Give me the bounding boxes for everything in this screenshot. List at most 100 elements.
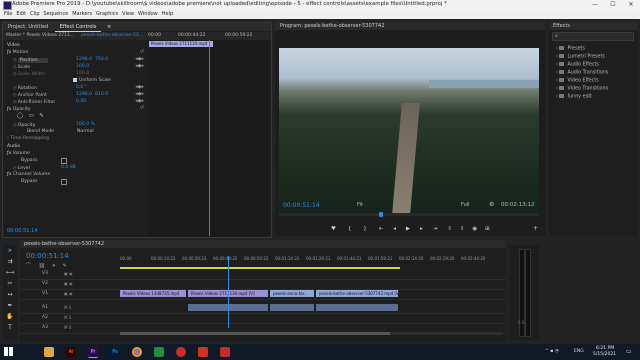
tab-effect-controls[interactable]: Effect Controls [54,23,102,32]
timeline-ruler[interactable]: 00:00 00:00:14:23 00:00:29:23 00:00:44:22 00… [120,256,502,266]
pen-mask-icon[interactable]: ✎ [39,113,44,120]
anchor-x[interactable]: 1296.0 [76,91,92,98]
motion-header[interactable]: ƒx Motion [7,49,28,56]
track-toggle-icons[interactable]: ▣ ◉ [64,281,73,286]
keyframe-nav-icon[interactable]: ◂◆▸ [128,63,144,70]
linked-icon[interactable]: ⛓ [39,263,45,269]
extract-icon[interactable]: ⇩ [460,226,465,232]
reset-icon[interactable]: ↺ [128,105,144,112]
chrome-icon[interactable] [132,347,142,357]
menu-help[interactable]: Help [162,10,173,19]
menu-sequence[interactable]: Sequence [44,10,69,19]
ripple-edit-icon[interactable]: ⟷ [3,267,17,278]
timeline-playhead[interactable] [228,256,229,328]
program-playhead[interactable] [379,212,383,217]
go-to-out-icon[interactable]: ⇥ [433,226,438,232]
photoshop-icon[interactable]: Ps [110,347,120,357]
keyframe-nav-icon[interactable]: ◂◆▸ [128,98,144,105]
effects-search-input[interactable]: ⌕ [552,32,634,41]
level-value[interactable]: 0.0 dB [61,164,76,171]
illustrator-icon[interactable]: Ai [66,347,76,357]
track-label[interactable]: A1 [42,305,48,310]
menu-markers[interactable]: Markers [72,10,92,19]
clock-time[interactable]: 6:21 PM [596,346,614,351]
camera-icon[interactable]: ◉ [472,226,477,232]
minimize-button[interactable]: — [586,0,604,10]
step-forward-icon[interactable]: ▸ [420,226,423,232]
keyframe-nav-icon[interactable]: ◂◆▸ [128,91,144,98]
program-timecode[interactable]: 00:00:51:14 [283,202,320,209]
quality-select[interactable]: Full [461,202,470,208]
meter-solo-buttons[interactable]: S S [518,320,532,325]
snap-icon[interactable]: ⌒ [26,263,31,269]
tab-project[interactable]: Project: Untitled [3,23,53,31]
track-label[interactable]: A2 [42,315,48,320]
file-explorer-icon[interactable] [44,347,54,357]
master-clip-selector[interactable]: Master * Pexels Videos 2711... [6,33,74,38]
menu-clip[interactable]: Clip [30,10,39,19]
mini-timeline[interactable]: Pexels Videos 2711134.mp4 [148,40,269,236]
go-to-in-icon[interactable]: ⇤ [379,226,384,232]
program-video[interactable] [279,48,539,214]
position-x[interactable]: 1296.0 [76,56,92,63]
effects-folder-presets[interactable]: › Presets [556,46,585,52]
track-select-icon[interactable]: ⇉ [3,256,17,267]
time-remapping-row[interactable]: › Time Remapping [7,135,49,142]
timeline-tab[interactable]: pexels-bethe-observer-5307742 [20,240,506,248]
track-label[interactable]: V3 [42,271,48,276]
effects-folder-audio-transitions[interactable]: › Audio Transitions [556,70,608,76]
channel-volume-header[interactable]: ƒx Channel Volume [7,171,50,178]
effects-folder-lumetri-presets[interactable]: › Lumetri Presets [556,54,605,60]
keyframe-nav-icon[interactable]: ◂◆▸ [128,84,144,91]
app-icon-7[interactable] [176,347,186,357]
track-label[interactable]: V1 [42,291,48,296]
app-icon-9[interactable] [220,347,230,357]
fit-select[interactable]: Fit [357,202,363,208]
menu-edit[interactable]: Edit [16,10,26,19]
mini-timeline-clip[interactable]: Pexels Videos 2711134.mp4 [149,41,213,47]
effects-folder-video-transitions[interactable]: › Video Transitions [556,86,608,92]
marker-add-icon[interactable]: ▾ [53,263,56,269]
scale-value[interactable]: 100.0 [76,63,89,70]
app-icon-6[interactable] [154,347,164,357]
close-button[interactable]: ✕ [622,0,640,10]
wrench-icon[interactable]: ⚙ [489,201,494,208]
app-icon-8[interactable] [198,347,208,357]
selection-tool-icon[interactable]: ➤ [3,245,17,256]
settings-icon[interactable]: ⊞ [485,226,490,232]
track-toggle-icons[interactable]: M S [64,315,71,320]
uniform-scale-checkbox[interactable] [73,77,77,82]
menu-file[interactable]: File [4,10,12,19]
slip-tool-icon[interactable]: ↔ [3,289,17,300]
anchor-y[interactable]: 810.0 [95,91,108,98]
rectangle-mask-icon[interactable]: ▭ [29,113,34,120]
maximize-button[interactable]: ☐ [604,0,622,10]
sequence-clip-selector[interactable]: pexels-bethe-observer-53... [81,33,143,38]
clock-date[interactable]: 5/15/2021 [593,352,616,357]
timeline-settings-icon[interactable]: ✎ [63,263,67,269]
anti-flicker-value[interactable]: 0.00 [76,98,86,105]
pen-tool-icon[interactable]: ✒ [3,300,17,311]
video-clip[interactable]: Pexels Videos 1448735.mp4 [120,290,186,297]
timeline-timecode[interactable]: 00:00:51:14 [26,252,69,260]
windows-start-icon[interactable] [4,347,13,356]
opacity-header[interactable]: ƒx Opacity [7,106,30,113]
menu-view[interactable]: View [122,10,134,19]
program-scrubber[interactable] [279,212,539,217]
timeline-h-scroll[interactable] [120,332,502,335]
add-button-icon[interactable]: + [533,225,538,232]
volume-header[interactable]: ƒx Volume [7,150,30,157]
mark-in-icon[interactable]: { [348,226,352,232]
keyframe-nav-icon[interactable]: ◂◆▸ [128,56,144,63]
effects-folder-funny-edit[interactable]: › funny edit [556,94,592,100]
position-y[interactable]: 750.0 [95,56,108,63]
language-indicator[interactable]: ENG [574,349,584,354]
ellipse-mask-icon[interactable]: ◯ [17,113,23,120]
work-area-bar[interactable] [120,267,400,269]
panel-menu-icon[interactable]: ≡ [107,24,111,30]
type-tool-icon[interactable]: T [3,322,17,333]
play-icon[interactable]: ▶ [406,226,410,232]
channel-bypass-checkbox[interactable] [61,179,67,185]
mini-playhead[interactable] [209,40,210,236]
track-label[interactable]: V2 [42,281,48,286]
